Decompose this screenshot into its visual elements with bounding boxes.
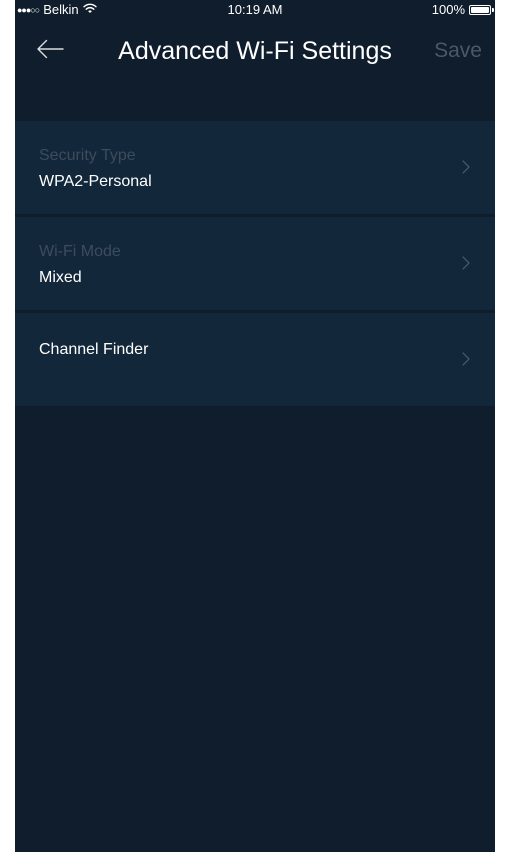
- battery-fill: [471, 6, 489, 13]
- chevron-right-icon: [461, 159, 471, 175]
- status-right: 100%: [431, 2, 494, 17]
- channel-finder-label: Channel Finder: [39, 341, 149, 358]
- channel-finder-row[interactable]: Channel Finder: [15, 313, 495, 406]
- save-button[interactable]: Save: [434, 34, 482, 68]
- status-time: 10:19 AM: [227, 2, 283, 17]
- battery-icon: [469, 4, 494, 15]
- settings-list: Security Type WPA2-Personal Wi-Fi Mode M…: [15, 121, 495, 409]
- status-bar: ●●●○○ Belkin 10:19 AM 100%: [15, 0, 495, 20]
- chevron-right-icon: [461, 255, 471, 271]
- page-title: Advanced Wi-Fi Settings: [118, 37, 392, 65]
- chevron-right-icon: [461, 351, 471, 367]
- battery-percentage: 100%: [431, 2, 465, 17]
- security-type-value: WPA2-Personal: [39, 173, 152, 190]
- security-type-row[interactable]: Security Type WPA2-Personal: [15, 121, 495, 214]
- battery-tip: [492, 7, 494, 12]
- wifi-mode-row[interactable]: Wi-Fi Mode Mixed: [15, 217, 495, 310]
- nav-bar: Advanced Wi-Fi Settings Save: [15, 20, 495, 84]
- wifi-mode-label: Wi-Fi Mode: [39, 243, 121, 260]
- app-screen: ●●●○○ Belkin 10:19 AM 100% Advanced Wi-F…: [15, 0, 495, 852]
- wifi-mode-value: Mixed: [39, 269, 82, 286]
- security-type-label: Security Type: [39, 147, 136, 164]
